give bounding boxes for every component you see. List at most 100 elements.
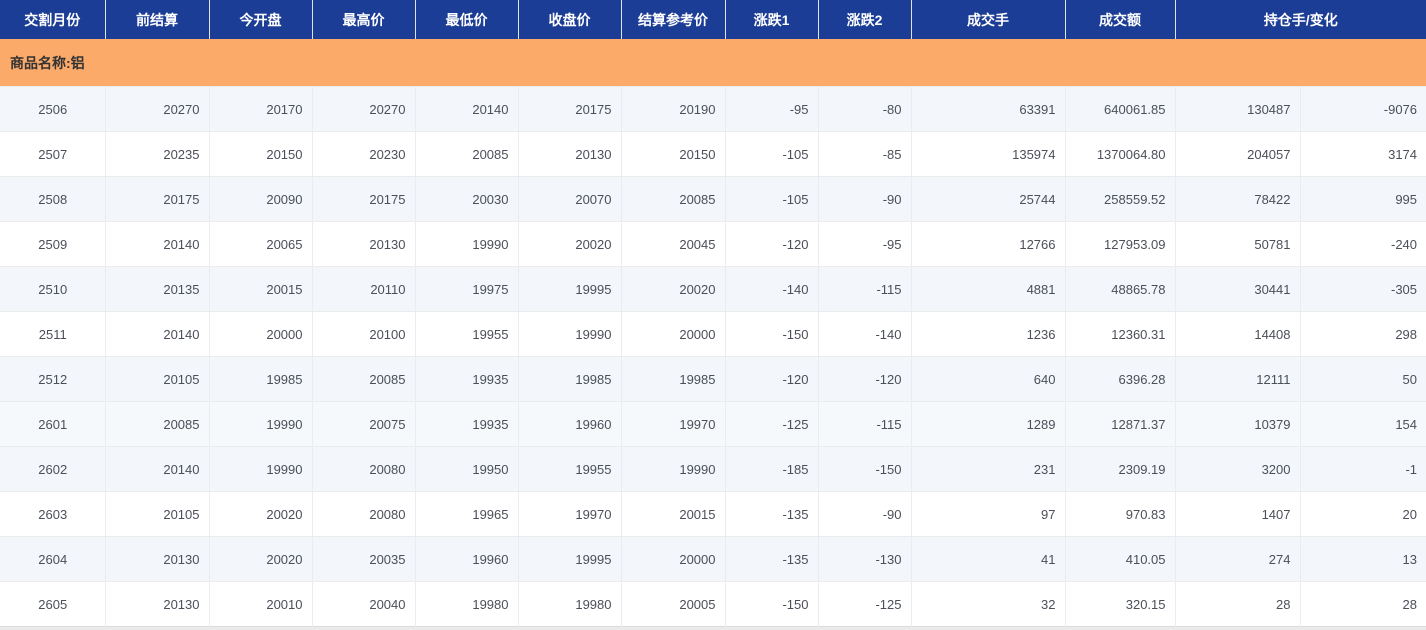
table-cell: 20085: [620, 176, 725, 222]
table-cell: 20070: [517, 176, 621, 222]
table-cell: 298: [1299, 311, 1426, 357]
table-cell: 20015: [208, 266, 312, 312]
table-cell: 41: [910, 536, 1065, 582]
table-cell: 19970: [517, 491, 621, 537]
table-cell: 640: [910, 356, 1065, 402]
table-cell: 231: [910, 446, 1065, 492]
table-cell: 20235: [104, 131, 209, 177]
table-cell: 4881: [910, 266, 1065, 312]
table-cell: 20140: [414, 86, 518, 132]
column-header-low: 最低价: [414, 0, 518, 39]
table-row-2509: 2509 20140 20065 20130 19990 20020 20045 -120 -9…: [0, 221, 1426, 267]
table-cell: 1407: [1174, 491, 1300, 537]
table-cell: -120: [724, 221, 818, 267]
table-cell: 20090: [208, 176, 312, 222]
table-cell: 20170: [208, 86, 312, 132]
cell-delivery-month: 2508: [0, 176, 105, 222]
table-cell: 20270: [104, 86, 209, 132]
table-cell: 19975: [414, 266, 518, 312]
table-cell: 20065: [208, 221, 312, 267]
cell-delivery-month: 2603: [0, 491, 105, 537]
table-cell: 19965: [414, 491, 518, 537]
table-cell: 20130: [311, 221, 415, 267]
table-cell: -105: [724, 176, 818, 222]
table-cell: 20100: [311, 311, 415, 357]
table-cell: -135: [724, 491, 818, 537]
cell-delivery-month: 2512: [0, 356, 105, 402]
table-cell: 20085: [414, 131, 518, 177]
column-header-prev-settlement: 前结算: [104, 0, 209, 39]
table-cell: -135: [724, 536, 818, 582]
subtotal-row: 小计 2463222481143.19535995-4890: [0, 626, 1426, 630]
column-header-high: 最高价: [311, 0, 415, 39]
table-cell: 20085: [104, 401, 209, 447]
table-row-2604: 2604 20130 20020 20035 19960 19995 20000 -135 -1…: [0, 536, 1426, 582]
table-cell: 258559.52: [1064, 176, 1175, 222]
column-header-volume: 成交手: [910, 0, 1065, 39]
column-header-oi-change: 持仓手/变化: [1174, 0, 1426, 39]
table-cell: 20140: [104, 221, 209, 267]
column-header-change2: 涨跌2: [817, 0, 911, 39]
table-cell: 28: [1174, 581, 1300, 627]
table-cell: -90: [817, 491, 911, 537]
table-cell: 19955: [517, 446, 621, 492]
table-cell: -125: [724, 401, 818, 447]
table-cell: 20130: [104, 536, 209, 582]
table-cell: 20080: [311, 446, 415, 492]
table-cell: 19995: [517, 536, 621, 582]
table-cell: 20: [1299, 491, 1426, 537]
table-cell: 20020: [208, 536, 312, 582]
table-cell: 12871.37: [1064, 401, 1175, 447]
cell-delivery-month: 2601: [0, 401, 105, 447]
table-cell: 50: [1299, 356, 1426, 402]
table-cell: -1: [1299, 446, 1426, 492]
table-cell: 25744: [910, 176, 1065, 222]
column-header-settlement-ref: 结算参考价: [620, 0, 725, 39]
table-cell: 19990: [208, 446, 312, 492]
table-row-2508: 2508 20175 20090 20175 20030 20070 20085 -105 -9…: [0, 176, 1426, 222]
column-header-today-open: 今开盘: [208, 0, 312, 39]
table-cell: 20140: [104, 311, 209, 357]
table-cell: 28: [1299, 581, 1426, 627]
table-cell: 6396.28: [1064, 356, 1175, 402]
table-cell: 127953.09: [1064, 221, 1175, 267]
subtotal-cell: [818, 626, 911, 630]
table-cell: 32: [910, 581, 1065, 627]
table-cell: 12360.31: [1064, 311, 1175, 357]
table-cell: -85: [817, 131, 911, 177]
subtotal-cell: [621, 626, 725, 630]
table-header-row: 交割月份 前结算 今开盘 最高价 最低价 收盘价 结算参考价 涨跌1 涨跌2 成交手 成交额 持仓手/…: [0, 0, 1426, 39]
table-cell: 1289: [910, 401, 1065, 447]
table-cell: -90: [817, 176, 911, 222]
subtotal-cell: -4890: [1300, 626, 1426, 630]
table-cell: 20175: [517, 86, 621, 132]
table-cell: 10379: [1174, 401, 1300, 447]
table-cell: 19980: [414, 581, 518, 627]
table-cell: 13: [1299, 536, 1426, 582]
table-cell: 20130: [517, 131, 621, 177]
table-row-2507: 2507 20235 20150 20230 20085 20130 20150 -105 -8…: [0, 131, 1426, 177]
table-cell: 204057: [1174, 131, 1300, 177]
table-row-2511: 2511 20140 20000 20100 19955 19990 20000 -150 -1…: [0, 311, 1426, 357]
table-cell: 19990: [208, 401, 312, 447]
table-cell: 19995: [517, 266, 621, 312]
table-cell: 19990: [620, 446, 725, 492]
table-cell: 78422: [1174, 176, 1300, 222]
table-cell: 12111: [1174, 356, 1300, 402]
table-cell: 20030: [414, 176, 518, 222]
table-cell: 20075: [311, 401, 415, 447]
table-cell: 19985: [208, 356, 312, 402]
table-cell: -120: [724, 356, 818, 402]
table-cell: 640061.85: [1064, 86, 1175, 132]
table-cell: 20270: [311, 86, 415, 132]
table-cell: 20135: [104, 266, 209, 312]
cell-delivery-month: 2604: [0, 536, 105, 582]
cell-delivery-month: 2509: [0, 221, 105, 267]
table-cell: 20175: [104, 176, 209, 222]
cell-delivery-month: 2506: [0, 86, 105, 132]
table-cell: 97: [910, 491, 1065, 537]
table-cell: 20080: [311, 491, 415, 537]
table-row-2601: 2601 20085 19990 20075 19935 19960 19970 -125 -1…: [0, 401, 1426, 447]
table-cell: 130487: [1174, 86, 1300, 132]
subtotal-cell: [312, 626, 415, 630]
